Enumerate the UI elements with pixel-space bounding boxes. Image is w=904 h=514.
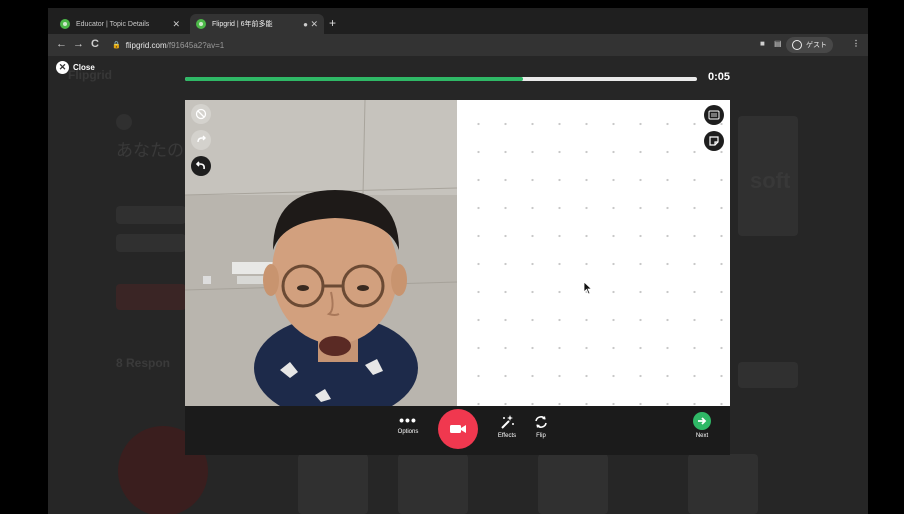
- url-path: /f91645a2?av=1: [166, 40, 225, 50]
- flip-label: Flip: [536, 433, 546, 439]
- close-button[interactable]: ✕ Close: [56, 61, 95, 74]
- browser-toolbar: ← → C 🔒 flipgrid.com /f91645a2?av=1 ■ ▤ …: [48, 34, 868, 56]
- browser-menu-icon[interactable]: ⋮: [852, 39, 860, 48]
- keyboard-button[interactable]: [704, 105, 724, 125]
- no-draw-button[interactable]: [191, 104, 211, 124]
- close-label: Close: [73, 63, 95, 72]
- no-draw-icon: [195, 108, 207, 120]
- sticky-note-icon: [709, 136, 719, 146]
- profile-label: ゲスト: [806, 42, 827, 49]
- whiteboard-canvas[interactable]: [457, 100, 730, 406]
- options-button[interactable]: ••• Options: [388, 412, 428, 435]
- magic-wand-icon: [501, 415, 514, 429]
- keyboard-icon: [708, 110, 720, 120]
- tab-flipgrid[interactable]: Flipgrid | 6年前多能 ● ✕: [190, 14, 324, 34]
- next-label: Next: [695, 433, 709, 439]
- lock-icon: 🔒: [112, 42, 121, 49]
- mouse-cursor-icon: [583, 281, 593, 295]
- tab-educator[interactable]: Educator | Topic Details ✕: [54, 14, 186, 34]
- flip-button[interactable]: Flip: [521, 414, 561, 439]
- camera-in-use-icon[interactable]: ■: [760, 39, 765, 48]
- undo-button[interactable]: [191, 156, 211, 176]
- tab-title: Flipgrid | 6年前多能: [212, 21, 273, 28]
- camera-preview: [185, 100, 457, 406]
- flipgrid-favicon: [196, 19, 206, 29]
- recording-progress-bar: [185, 77, 697, 81]
- url-host: flipgrid.com: [125, 40, 167, 50]
- recorder-panel: ••• Options Effects Flip Next: [185, 100, 730, 455]
- camera-feed-image: [185, 100, 457, 406]
- profile-avatar-icon: [792, 40, 802, 50]
- address-bar[interactable]: 🔒 flipgrid.com /f91645a2?av=1: [112, 37, 732, 53]
- redo-button[interactable]: [191, 130, 211, 150]
- close-icon: ✕: [56, 61, 69, 74]
- recording-progress-fill: [185, 77, 523, 81]
- profile-button[interactable]: ゲスト: [786, 37, 833, 53]
- tab-title: Educator | Topic Details: [76, 20, 150, 28]
- record-button[interactable]: [438, 409, 478, 449]
- record-camera-icon: [450, 425, 466, 433]
- forward-arrow-icon[interactable]: →: [73, 38, 84, 50]
- recorder-control-bar: ••• Options Effects Flip Next: [185, 406, 730, 455]
- sticky-note-button[interactable]: [704, 131, 724, 151]
- flip-camera-icon: [535, 416, 547, 428]
- new-tab-icon[interactable]: +: [329, 16, 336, 30]
- next-button[interactable]: Next: [691, 412, 713, 439]
- next-circle: [693, 412, 711, 430]
- recording-timer: 0:05: [708, 71, 731, 83]
- more-dots-icon: •••: [399, 412, 417, 428]
- back-arrow-icon[interactable]: ←: [56, 38, 67, 50]
- tab-close-icon[interactable]: ✕: [310, 19, 318, 30]
- page-content: Flipgrid あなたの 8 Respon soft ✕ Close 0:05…: [48, 56, 868, 514]
- flipgrid-favicon: [60, 19, 70, 29]
- tab-strip: Educator | Topic Details ✕ Flipgrid | 6年…: [48, 8, 868, 34]
- arrow-right-icon: [698, 417, 707, 425]
- redo-icon: [197, 135, 206, 143]
- reload-icon[interactable]: C: [91, 38, 99, 50]
- options-label: Options: [397, 429, 419, 435]
- tab-close-icon[interactable]: ✕: [172, 19, 180, 30]
- translate-icon[interactable]: ▤: [774, 39, 782, 48]
- browser-window: Educator | Topic Details ✕ Flipgrid | 6年…: [48, 8, 868, 514]
- screen: Educator | Topic Details ✕ Flipgrid | 6年…: [0, 0, 904, 514]
- undo-icon: [195, 161, 205, 170]
- recording-indicator-icon: ●: [303, 19, 308, 29]
